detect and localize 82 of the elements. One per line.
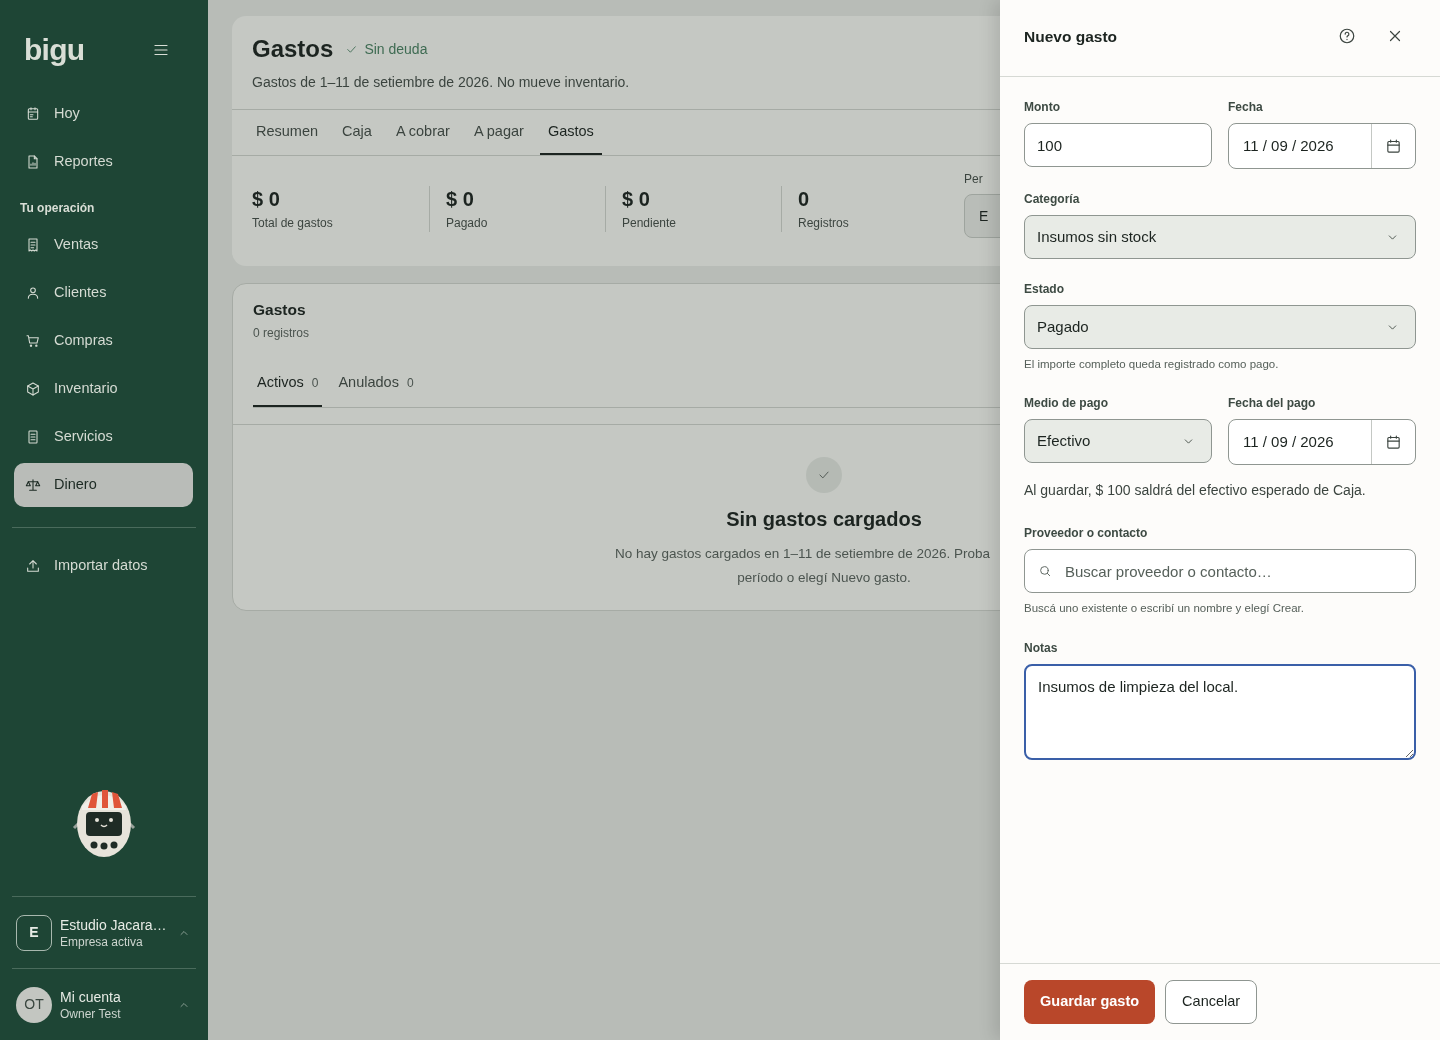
- page-subtitle: Gastos de 1–11 de setiembre de 2026. No mueve inventario.: [252, 73, 631, 92]
- field-hint: El importe completo queda registrado como pago.: [1024, 357, 1280, 372]
- nav-item[interactable]: Clientes: [14, 271, 193, 315]
- stat-value: $ 0: [252, 187, 281, 212]
- calendar-icon: [1385, 137, 1402, 155]
- account-name: Estudio Jacara…: [60, 915, 168, 934]
- period-label: Per: [964, 171, 984, 188]
- nav-item[interactable]: Importar datos: [14, 544, 193, 588]
- nav-item[interactable]: Servicios: [14, 415, 193, 459]
- payment-method-select[interactable]: Efectivo: [1024, 419, 1212, 464]
- page-title: Gastos: [252, 34, 334, 64]
- field-label: Notas: [1024, 639, 1059, 656]
- card-title: Gastos: [253, 300, 307, 320]
- company-avatar: E: [16, 914, 52, 951]
- section-title: Tu operación: [19, 200, 96, 217]
- field-label: Fecha: [1228, 99, 1264, 115]
- tab-count: 0: [406, 374, 414, 392]
- company-switcher[interactable]: E Estudio Jacara… Empresa activa: [12, 896, 196, 968]
- tab[interactable]: Anulados 0: [334, 360, 418, 408]
- empty-message: período o elegí Nuevo gasto.: [737, 569, 911, 588]
- cube-icon: [25, 381, 41, 397]
- status-select[interactable]: Pagado: [1024, 305, 1416, 349]
- tab[interactable]: Resumen: [248, 110, 327, 155]
- date-field[interactable]: 11 / 09 / 2026: [1228, 419, 1416, 466]
- stat-value: $ 0: [622, 187, 651, 212]
- field-label: Monto: [1024, 99, 1061, 115]
- field-hint: Buscá uno existente o escribí un nombre y elegí Crear.: [1024, 601, 1305, 617]
- field-label: Medio de pago: [1024, 395, 1109, 412]
- tab[interactable]: Gastos: [539, 110, 602, 155]
- empty-title: Sin gastos cargados: [726, 507, 922, 533]
- nav-item[interactable]: Ventas: [14, 223, 193, 267]
- stat-value: $ 0: [446, 187, 475, 212]
- search-icon: [1038, 564, 1052, 579]
- nav-item[interactable]: Dinero: [14, 463, 193, 507]
- account-name: Mi cuenta: [60, 987, 122, 1006]
- cart-icon: [25, 333, 41, 349]
- nav-item[interactable]: Reportes: [14, 140, 193, 184]
- tab[interactable]: A cobrar: [387, 110, 458, 155]
- stat-label: Pagado: [446, 215, 489, 232]
- tab[interactable]: Activos 0: [253, 360, 323, 408]
- help-icon: [1338, 27, 1356, 45]
- tab[interactable]: Caja: [334, 110, 380, 155]
- field-label: Estado: [1024, 281, 1065, 297]
- period-select[interactable]: E: [964, 194, 1000, 238]
- stat-label: Registros: [798, 215, 850, 232]
- field-label: Proveedor o contacto: [1024, 525, 1149, 542]
- receipt-icon: [25, 237, 41, 253]
- empty-message: No hay gastos cargados en 1–11 de setiembre de 2026. Proba: [615, 545, 990, 564]
- record-count: 0 registros: [253, 325, 311, 343]
- tab-count: 0: [311, 374, 319, 392]
- drawer-title: Nuevo gasto: [1024, 27, 1117, 47]
- cash-note: Al guardar, $ 100 saldrá del efectivo esperado de Caja.: [1024, 481, 1367, 501]
- nav-item[interactable]: Hoy: [14, 92, 193, 136]
- tab[interactable]: A pagar: [465, 110, 532, 155]
- nav-item[interactable]: Inventario: [14, 367, 193, 411]
- help-button[interactable]: [1338, 27, 1356, 45]
- logo[interactable]: bigu: [24, 35, 85, 65]
- date-field[interactable]: 11 / 09 / 2026: [1228, 123, 1416, 169]
- stat-label: Total de gastos: [252, 215, 334, 232]
- status-label: Sin deuda: [345, 38, 428, 60]
- document-chart-icon: [25, 154, 41, 170]
- upload-icon: [25, 558, 41, 574]
- user-avatar: OT: [16, 986, 52, 1023]
- cancel-button[interactable]: Cancelar: [1165, 980, 1258, 1024]
- calendar-icon: [1385, 433, 1402, 451]
- account-subtitle: Empresa activa: [60, 933, 144, 950]
- field-label: Categoría: [1024, 191, 1081, 207]
- account-subtitle: Owner Test: [60, 1005, 122, 1022]
- calendar-icon: [25, 106, 41, 122]
- document-icon: [25, 429, 41, 445]
- nav-item[interactable]: Compras: [14, 319, 193, 363]
- search-field[interactable]: Buscar proveedor o contacto…: [1024, 549, 1416, 594]
- category-select[interactable]: Insumos sin stock: [1024, 215, 1416, 259]
- account-menu[interactable]: OT Mi cuenta Owner Test: [12, 968, 196, 1040]
- stat-value: 0: [798, 187, 811, 212]
- save-button[interactable]: Guardar gasto: [1024, 980, 1156, 1024]
- notes-field[interactable]: Insumos de limpieza del local.: [1024, 663, 1416, 760]
- scale-icon: [25, 477, 41, 493]
- person-icon: [25, 285, 41, 301]
- field-label: Fecha del pago: [1228, 395, 1317, 412]
- stat-label: Pendiente: [622, 215, 678, 232]
- amount-field[interactable]: 100: [1024, 123, 1212, 167]
